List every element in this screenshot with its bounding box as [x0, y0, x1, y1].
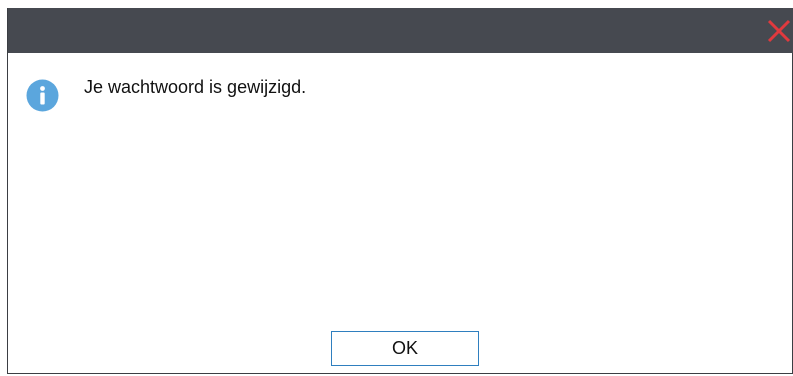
ok-button[interactable]: OK: [331, 331, 479, 366]
message-dialog: Je wachtwoord is gewijzigd. OK: [7, 8, 793, 374]
dialog-body: Je wachtwoord is gewijzigd. OK: [8, 53, 792, 373]
dialog-message: Je wachtwoord is gewijzigd.: [84, 77, 307, 97]
close-button[interactable]: [766, 18, 792, 44]
dialog-titlebar[interactable]: [8, 8, 793, 53]
close-icon: [767, 19, 791, 43]
info-icon: [26, 79, 59, 112]
